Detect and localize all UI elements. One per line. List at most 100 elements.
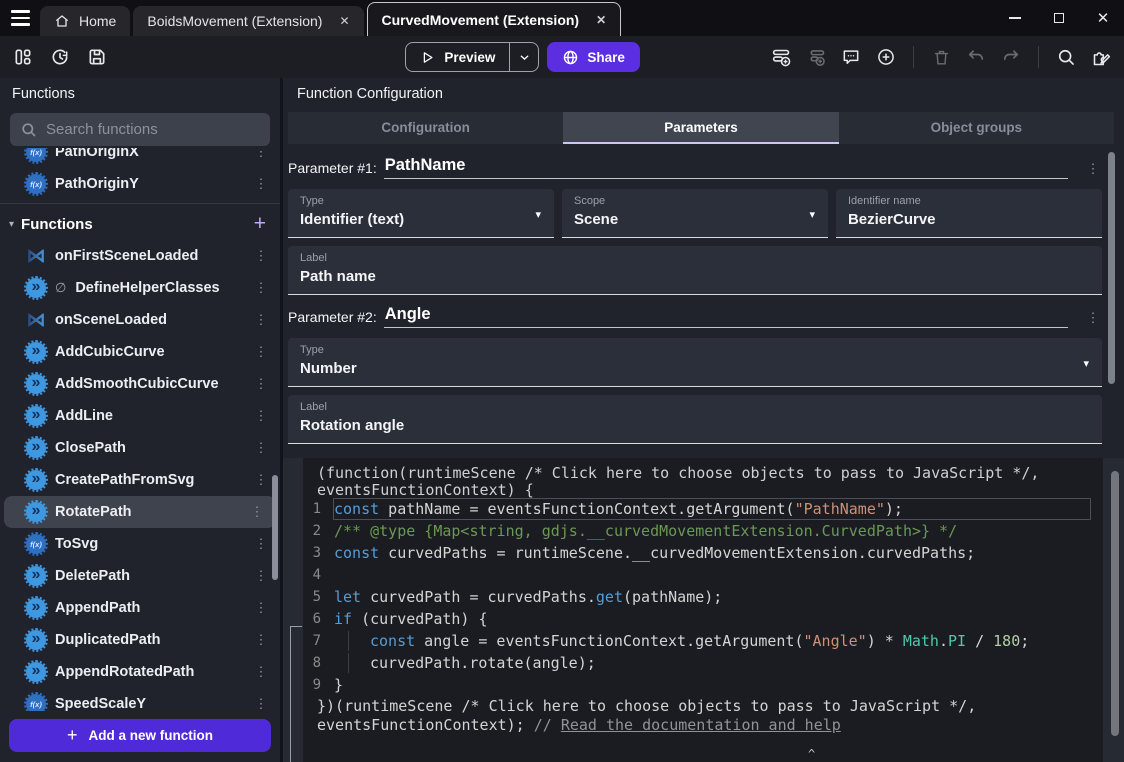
panels-layout-icon[interactable] [12,46,34,68]
kebab-menu-icon[interactable]: ⋮ [252,600,270,616]
kebab-menu-icon[interactable]: ⋮ [248,504,266,520]
kebab-menu-icon[interactable]: ⋮ [252,632,270,648]
tab-parameters[interactable]: Parameters [563,112,838,144]
functions-section-header[interactable]: ▾Functions+ [0,208,280,240]
code-line[interactable]: 9} [303,674,1103,696]
kebab-menu-icon[interactable]: ⋮ [252,664,270,680]
save-icon[interactable] [86,46,108,68]
parameter-name-field[interactable]: Angle [384,305,1068,328]
minimize-button[interactable] [1008,11,1022,25]
code-line[interactable]: 6if (curvedPath) { [303,608,1103,630]
kebab-menu-icon[interactable]: ⋮ [252,312,270,328]
tab-object-groups[interactable]: Object groups [839,112,1114,144]
function-item[interactable]: »AddSmoothCubicCurve⋮ [0,368,280,400]
functions-list: f(x)PathOriginX⋮f(x)PathOriginY⋮ ▾Functio… [0,148,280,711]
function-item[interactable]: »RotatePath⋮ [4,496,276,528]
add-circle-icon[interactable] [875,46,897,68]
function-item[interactable]: »AppendRotatedPath⋮ [0,656,280,688]
function-item[interactable]: »∅DefineHelperClasses⋮ [0,272,280,304]
tab-configuration[interactable]: Configuration [288,112,563,144]
preview-dropdown-button[interactable] [510,43,538,71]
trash-icon[interactable] [930,46,952,68]
edit-extension-icon[interactable] [1090,46,1112,68]
search-functions-box[interactable] [10,113,270,146]
code-line[interactable]: 4 [303,564,1103,586]
code-editor-scrollbar[interactable] [1111,471,1119,736]
javascript-code-editor[interactable]: (function(runtimeScene /* Click here to … [303,458,1103,762]
field-type[interactable]: TypeNumber▾ [288,338,1102,387]
field-label[interactable]: LabelPath name [288,246,1102,295]
function-item[interactable]: »ClosePath⋮ [0,432,280,464]
code-footer-line[interactable]: })(runtimeScene /* Click here to choose … [303,698,1103,715]
function-item[interactable]: »AddCubicCurve⋮ [0,336,280,368]
close-tab-icon[interactable]: ✕ [339,14,349,28]
add-event-icon[interactable] [770,46,792,68]
function-item[interactable]: »AddLine⋮ [0,400,280,432]
code-line[interactable]: 2/** @type {Map<string, gdjs.__curvedMov… [303,520,1103,542]
hamburger-menu-button[interactable] [0,0,40,36]
add-new-function-button[interactable]: + Add a new function [9,719,271,752]
dropdown-arrow-icon[interactable]: ▾ [1083,357,1089,370]
redo-icon[interactable] [1000,46,1022,68]
kebab-menu-icon[interactable]: ⋮ [252,148,270,160]
function-item[interactable]: ⋈onFirstSceneLoaded⋮ [0,240,280,272]
function-item[interactable]: f(x)PathOriginY⋮ [0,168,280,200]
kebab-menu-icon[interactable]: ⋮ [252,408,270,424]
preview-button[interactable]: Preview [405,42,539,72]
field-scope[interactable]: ScopeScene▾ [562,189,828,238]
function-item[interactable]: f(x)PathOriginX⋮ [0,148,280,168]
expand-panel-caret[interactable]: ^ [808,747,815,761]
field-label[interactable]: LabelRotation angle [288,395,1102,444]
tab-home[interactable]: Home [40,6,130,36]
action-function-icon: » [26,630,46,650]
function-item[interactable]: f(x)SpeedScaleY⋮ [0,688,280,711]
function-item[interactable]: ⋈onSceneLoaded⋮ [0,304,280,336]
code-line[interactable]: 8curvedPath.rotate(angle); [303,652,1103,674]
close-window-button[interactable]: ✕ [1096,11,1110,25]
kebab-menu-icon[interactable]: ⋮ [1084,161,1102,179]
function-item[interactable]: »AppendPath⋮ [0,592,280,624]
history-icon[interactable] [49,46,71,68]
kebab-menu-icon[interactable]: ⋮ [252,376,270,392]
kebab-menu-icon[interactable]: ⋮ [252,248,270,264]
dropdown-arrow-icon[interactable]: ▾ [535,208,541,221]
add-function-plus-icon[interactable]: + [254,212,266,236]
sidebar-scrollbar[interactable] [272,475,278,580]
code-line[interactable]: 3const curvedPaths = runtimeScene.__curv… [303,542,1103,564]
field-identifier-name[interactable]: Identifier nameBezierCurve [836,189,1102,238]
kebab-menu-icon[interactable]: ⋮ [252,280,270,296]
collapse-arrow-icon[interactable]: ▾ [9,219,14,230]
kebab-menu-icon[interactable]: ⋮ [252,176,270,192]
function-item[interactable]: »CreatePathFromSvg⋮ [0,464,280,496]
kebab-menu-icon[interactable]: ⋮ [252,536,270,552]
tab-boidsmovement[interactable]: BoidsMovement (Extension) ✕ [133,6,363,36]
code-line[interactable]: 7const angle = eventsFunctionContext.get… [303,630,1103,652]
code-line[interactable]: 1const pathName = eventsFunctionContext.… [303,498,1103,520]
parameter-name-field[interactable]: PathName [384,156,1068,179]
code-header-line[interactable]: (function(runtimeScene /* Click here to … [303,465,1103,482]
search-icon[interactable] [1055,46,1077,68]
undo-icon[interactable] [965,46,987,68]
kebab-menu-icon[interactable]: ⋮ [252,472,270,488]
kebab-menu-icon[interactable]: ⋮ [252,696,270,711]
code-line[interactable]: 5let curvedPath = curvedPaths.get(pathNa… [303,586,1103,608]
function-item[interactable]: »DuplicatedPath⋮ [0,624,280,656]
dropdown-arrow-icon[interactable]: ▾ [809,208,815,221]
kebab-menu-icon[interactable]: ⋮ [1084,310,1102,328]
parameters-scrollbar[interactable] [1108,152,1115,384]
maximize-button[interactable] [1052,11,1066,25]
add-subevent-icon[interactable] [805,46,827,68]
kebab-menu-icon[interactable]: ⋮ [252,568,270,584]
function-item[interactable]: »DeletePath⋮ [0,560,280,592]
kebab-menu-icon[interactable]: ⋮ [252,440,270,456]
share-button[interactable]: Share [547,42,640,72]
comment-icon[interactable] [840,46,862,68]
tab-curvedmovement[interactable]: CurvedMovement (Extension) ✕ [367,2,622,36]
documentation-link[interactable]: Read the documentation and help [561,716,841,734]
search-functions-input[interactable] [46,121,246,138]
lifecycle-function-icon: ⋈ [26,246,46,266]
function-item[interactable]: f(x)ToSvg⋮ [0,528,280,560]
field-type[interactable]: TypeIdentifier (text)▾ [288,189,554,238]
kebab-menu-icon[interactable]: ⋮ [252,344,270,360]
close-tab-icon[interactable]: ✕ [596,13,606,27]
